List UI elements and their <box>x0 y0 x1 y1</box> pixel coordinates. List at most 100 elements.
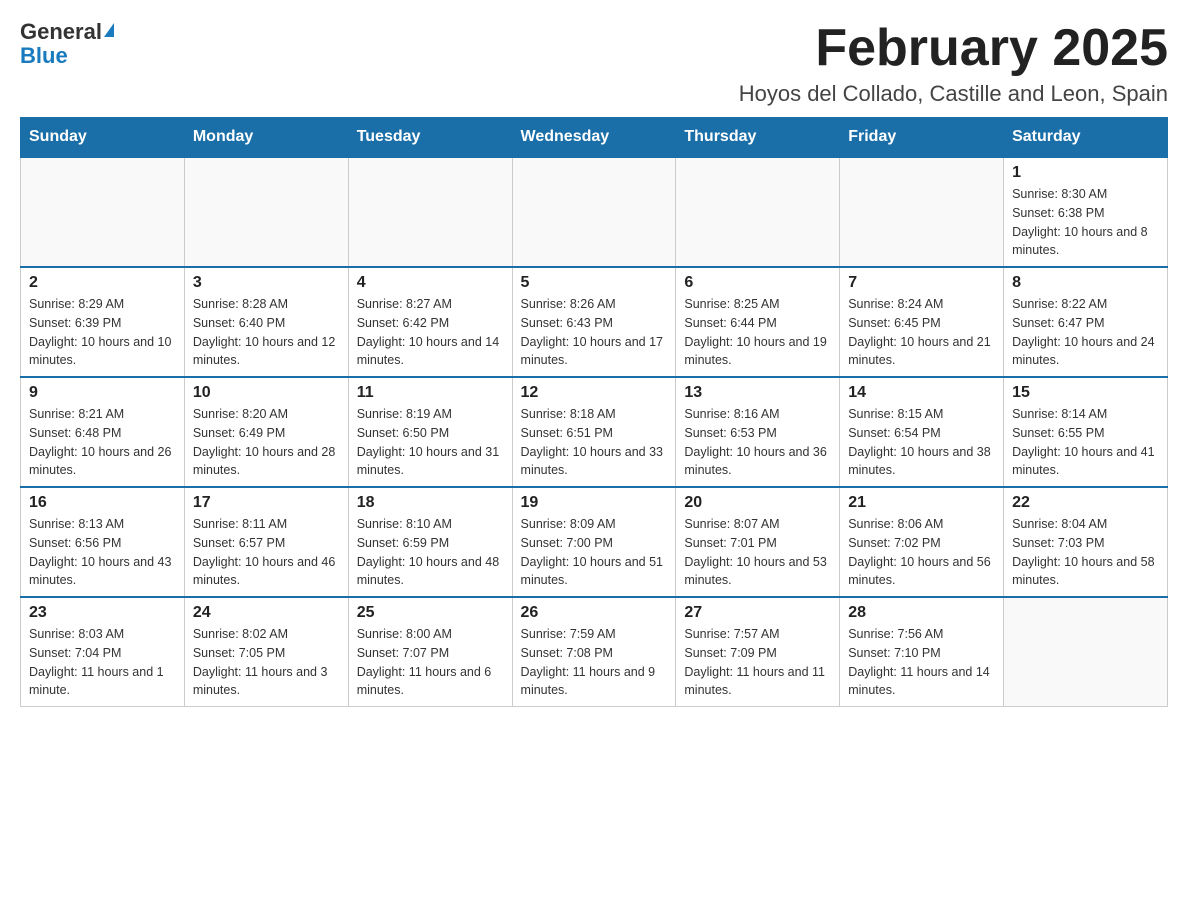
calendar-day-cell: 16 Sunrise: 8:13 AMSunset: 6:56 PMDayligh… <box>21 487 185 597</box>
day-number: 28 <box>848 604 995 622</box>
calendar-day-cell: 24 Sunrise: 8:02 AMSunset: 7:05 PMDayligh… <box>184 597 348 707</box>
day-number: 4 <box>357 274 504 292</box>
logo: General Blue <box>20 20 114 68</box>
day-number: 13 <box>684 384 831 402</box>
calendar-day-cell: 28 Sunrise: 7:56 AMSunset: 7:10 PMDayligh… <box>840 597 1004 707</box>
calendar-day-cell: 14 Sunrise: 8:15 AMSunset: 6:54 PMDayligh… <box>840 377 1004 487</box>
day-number: 17 <box>193 494 340 512</box>
calendar-day-cell: 25 Sunrise: 8:00 AMSunset: 7:07 PMDayligh… <box>348 597 512 707</box>
day-info: Sunrise: 8:11 AMSunset: 6:57 PMDaylight:… <box>193 515 340 590</box>
day-number: 2 <box>29 274 176 292</box>
calendar-day-cell: 13 Sunrise: 8:16 AMSunset: 6:53 PMDayligh… <box>676 377 840 487</box>
calendar-day-cell: 12 Sunrise: 8:18 AMSunset: 6:51 PMDayligh… <box>512 377 676 487</box>
day-info: Sunrise: 8:19 AMSunset: 6:50 PMDaylight:… <box>357 405 504 480</box>
day-number: 26 <box>521 604 668 622</box>
location-title: Hoyos del Collado, Castille and Leon, Sp… <box>739 81 1168 107</box>
day-number: 16 <box>29 494 176 512</box>
calendar-day-cell <box>512 157 676 267</box>
weekday-header-tuesday: Tuesday <box>348 118 512 158</box>
day-info: Sunrise: 8:02 AMSunset: 7:05 PMDaylight:… <box>193 625 340 700</box>
title-section: February 2025 Hoyos del Collado, Castill… <box>739 20 1168 107</box>
day-number: 18 <box>357 494 504 512</box>
day-info: Sunrise: 8:03 AMSunset: 7:04 PMDaylight:… <box>29 625 176 700</box>
calendar-day-cell <box>840 157 1004 267</box>
day-number: 25 <box>357 604 504 622</box>
logo-triangle-icon <box>104 23 114 37</box>
day-number: 3 <box>193 274 340 292</box>
day-info: Sunrise: 8:06 AMSunset: 7:02 PMDaylight:… <box>848 515 995 590</box>
day-info: Sunrise: 8:16 AMSunset: 6:53 PMDaylight:… <box>684 405 831 480</box>
day-number: 14 <box>848 384 995 402</box>
calendar-day-cell: 19Sunrise: 8:09 AMSunset: 7:00 PMDayligh… <box>512 487 676 597</box>
day-number: 10 <box>193 384 340 402</box>
day-info: Sunrise: 8:10 AMSunset: 6:59 PMDaylight:… <box>357 515 504 590</box>
calendar-day-cell: 8 Sunrise: 8:22 AMSunset: 6:47 PMDaylight… <box>1004 267 1168 377</box>
day-number: 27 <box>684 604 831 622</box>
day-info: Sunrise: 8:25 AMSunset: 6:44 PMDaylight:… <box>684 295 831 370</box>
calendar-day-cell: 23 Sunrise: 8:03 AMSunset: 7:04 PMDayligh… <box>21 597 185 707</box>
calendar-table: SundayMondayTuesdayWednesdayThursdayFrid… <box>20 117 1168 707</box>
day-info: Sunrise: 8:20 AMSunset: 6:49 PMDaylight:… <box>193 405 340 480</box>
page-header: General Blue February 2025 Hoyos del Col… <box>20 20 1168 107</box>
day-info: Sunrise: 7:57 AMSunset: 7:09 PMDaylight:… <box>684 625 831 700</box>
calendar-day-cell: 11Sunrise: 8:19 AMSunset: 6:50 PMDayligh… <box>348 377 512 487</box>
day-info: Sunrise: 8:00 AMSunset: 7:07 PMDaylight:… <box>357 625 504 700</box>
day-info: Sunrise: 8:13 AMSunset: 6:56 PMDaylight:… <box>29 515 176 590</box>
calendar-day-cell: 1Sunrise: 8:30 AMSunset: 6:38 PMDaylight… <box>1004 157 1168 267</box>
logo-general: General <box>20 19 102 44</box>
month-title: February 2025 <box>739 20 1168 77</box>
calendar-day-cell: 27 Sunrise: 7:57 AMSunset: 7:09 PMDayligh… <box>676 597 840 707</box>
logo-text: General Blue <box>20 20 114 68</box>
calendar-day-cell: 26 Sunrise: 7:59 AMSunset: 7:08 PMDayligh… <box>512 597 676 707</box>
day-number: 5 <box>521 274 668 292</box>
day-number: 8 <box>1012 274 1159 292</box>
weekday-header-friday: Friday <box>840 118 1004 158</box>
day-info: Sunrise: 8:28 AMSunset: 6:40 PMDaylight:… <box>193 295 340 370</box>
calendar-day-cell: 18 Sunrise: 8:10 AMSunset: 6:59 PMDayligh… <box>348 487 512 597</box>
day-number: 22 <box>1012 494 1159 512</box>
weekday-header-monday: Monday <box>184 118 348 158</box>
calendar-day-cell: 15 Sunrise: 8:14 AMSunset: 6:55 PMDayligh… <box>1004 377 1168 487</box>
calendar-day-cell: 4Sunrise: 8:27 AMSunset: 6:42 PMDaylight… <box>348 267 512 377</box>
day-info: Sunrise: 8:29 AMSunset: 6:39 PMDaylight:… <box>29 295 176 370</box>
calendar-day-cell: 21 Sunrise: 8:06 AMSunset: 7:02 PMDayligh… <box>840 487 1004 597</box>
calendar-day-cell: 3 Sunrise: 8:28 AMSunset: 6:40 PMDaylight… <box>184 267 348 377</box>
calendar-week-row: 23 Sunrise: 8:03 AMSunset: 7:04 PMDayligh… <box>21 597 1168 707</box>
day-info: Sunrise: 7:56 AMSunset: 7:10 PMDaylight:… <box>848 625 995 700</box>
day-number: 20 <box>684 494 831 512</box>
day-info: Sunrise: 8:04 AMSunset: 7:03 PMDaylight:… <box>1012 515 1159 590</box>
day-number: 6 <box>684 274 831 292</box>
calendar-day-cell: 6 Sunrise: 8:25 AMSunset: 6:44 PMDaylight… <box>676 267 840 377</box>
calendar-week-row: 2 Sunrise: 8:29 AMSunset: 6:39 PMDaylight… <box>21 267 1168 377</box>
calendar-day-cell: 2 Sunrise: 8:29 AMSunset: 6:39 PMDaylight… <box>21 267 185 377</box>
calendar-day-cell: 5 Sunrise: 8:26 AMSunset: 6:43 PMDaylight… <box>512 267 676 377</box>
day-number: 12 <box>521 384 668 402</box>
day-info: Sunrise: 8:26 AMSunset: 6:43 PMDaylight:… <box>521 295 668 370</box>
day-info: Sunrise: 8:22 AMSunset: 6:47 PMDaylight:… <box>1012 295 1159 370</box>
weekday-header-row: SundayMondayTuesdayWednesdayThursdayFrid… <box>21 118 1168 158</box>
day-info: Sunrise: 8:14 AMSunset: 6:55 PMDaylight:… <box>1012 405 1159 480</box>
calendar-week-row: 9Sunrise: 8:21 AMSunset: 6:48 PMDaylight… <box>21 377 1168 487</box>
day-info: Sunrise: 7:59 AMSunset: 7:08 PMDaylight:… <box>521 625 668 700</box>
calendar-day-cell: 17 Sunrise: 8:11 AMSunset: 6:57 PMDayligh… <box>184 487 348 597</box>
day-info: Sunrise: 8:07 AMSunset: 7:01 PMDaylight:… <box>684 515 831 590</box>
calendar-day-cell <box>1004 597 1168 707</box>
day-number: 21 <box>848 494 995 512</box>
calendar-day-cell: 9Sunrise: 8:21 AMSunset: 6:48 PMDaylight… <box>21 377 185 487</box>
day-number: 1 <box>1012 164 1159 182</box>
calendar-day-cell: 10 Sunrise: 8:20 AMSunset: 6:49 PMDayligh… <box>184 377 348 487</box>
day-number: 15 <box>1012 384 1159 402</box>
day-info: Sunrise: 8:18 AMSunset: 6:51 PMDaylight:… <box>521 405 668 480</box>
day-info: Sunrise: 8:15 AMSunset: 6:54 PMDaylight:… <box>848 405 995 480</box>
calendar-day-cell <box>21 157 185 267</box>
day-number: 24 <box>193 604 340 622</box>
calendar-day-cell <box>676 157 840 267</box>
calendar-day-cell: 7Sunrise: 8:24 AMSunset: 6:45 PMDaylight… <box>840 267 1004 377</box>
logo-blue: Blue <box>20 43 68 68</box>
weekday-header-saturday: Saturday <box>1004 118 1168 158</box>
day-number: 23 <box>29 604 176 622</box>
calendar-week-row: 1Sunrise: 8:30 AMSunset: 6:38 PMDaylight… <box>21 157 1168 267</box>
calendar-week-row: 16 Sunrise: 8:13 AMSunset: 6:56 PMDayligh… <box>21 487 1168 597</box>
day-info: Sunrise: 8:09 AMSunset: 7:00 PMDaylight:… <box>521 515 668 590</box>
calendar-day-cell: 22 Sunrise: 8:04 AMSunset: 7:03 PMDayligh… <box>1004 487 1168 597</box>
